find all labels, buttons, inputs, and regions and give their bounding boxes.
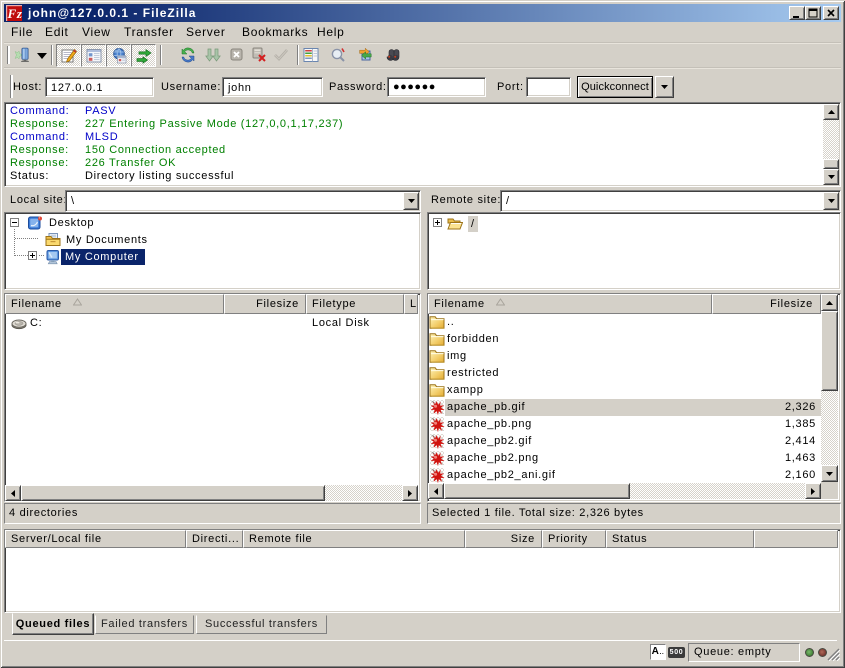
svg-text:Fz: Fz: [7, 6, 23, 21]
